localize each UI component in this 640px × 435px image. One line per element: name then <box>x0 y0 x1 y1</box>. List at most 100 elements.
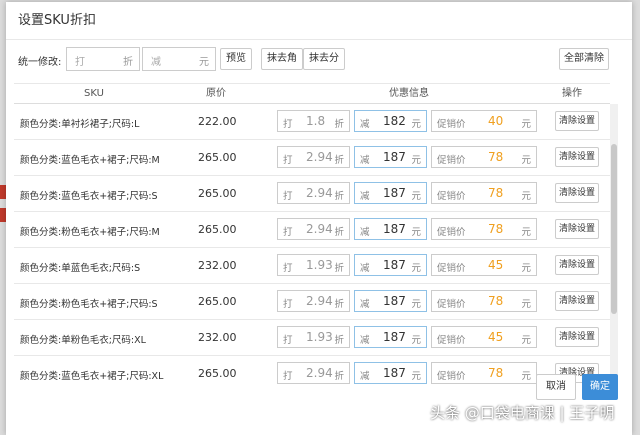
reduce-suffix: 元 <box>411 299 421 310</box>
table-scrollbar[interactable] <box>610 104 618 389</box>
reduce-prefix: 减 <box>360 371 370 382</box>
discount-value: 1.8 <box>306 114 326 128</box>
clear-all-button[interactable]: 全部清除 <box>559 48 609 70</box>
promo-price-input[interactable]: 促销价 45 元 <box>431 254 537 276</box>
original-price: 232.00 <box>198 331 237 344</box>
sku-name: 颜色分类:粉色毛衣+裙子;尺码:S <box>20 299 158 310</box>
reduce-input[interactable]: 减 187 元 <box>354 290 427 312</box>
bulk-reduce-input[interactable]: 减 元 <box>142 47 216 71</box>
discount-suffix: 折 <box>334 371 344 382</box>
promo-price-input[interactable]: 促销价 45 元 <box>431 326 537 348</box>
reduce-input[interactable]: 减 187 元 <box>354 218 427 240</box>
confirm-button[interactable]: 确定 <box>582 374 618 400</box>
sku-name: 颜色分类:蓝色毛衣+裙子;尺码:M <box>20 155 160 166</box>
promo-prefix: 促销价 <box>437 227 466 238</box>
reduce-suffix: 元 <box>411 371 421 382</box>
clear-setting-button[interactable]: 清除设置 <box>555 219 599 239</box>
promo-price-input[interactable]: 促销价 40 元 <box>431 110 537 132</box>
reduce-suffix: 元 <box>411 119 421 130</box>
discount-suffix: 折 <box>334 335 344 346</box>
scroll-thumb[interactable] <box>611 144 617 314</box>
reduce-input[interactable]: 减 187 元 <box>354 326 427 348</box>
promo-prefix: 促销价 <box>437 155 466 166</box>
sku-name: 颜色分类:单衬衫裙子;尺码:L <box>20 119 140 130</box>
sku-name: 颜色分类:蓝色毛衣+裙子;尺码:S <box>20 191 158 202</box>
discount-input[interactable]: 打 2.94 折 <box>277 182 350 204</box>
original-price: 265.00 <box>198 187 237 200</box>
reduce-value: 187 <box>383 186 406 200</box>
clear-setting-button[interactable]: 清除设置 <box>555 291 599 311</box>
sku-name: 颜色分类:单粉色毛衣;尺码:XL <box>20 335 146 346</box>
promo-suffix: 元 <box>521 263 531 274</box>
header-action: 操作 <box>562 88 582 99</box>
clear-setting-button[interactable]: 清除设置 <box>555 147 599 167</box>
clear-setting-button[interactable]: 清除设置 <box>555 183 599 203</box>
promo-value: 78 <box>488 222 504 236</box>
discount-prefix: 打 <box>75 57 85 68</box>
promo-suffix: 元 <box>521 335 531 346</box>
reduce-value: 187 <box>383 150 406 164</box>
sku-name: 颜色分类:粉色毛衣+裙子;尺码:M <box>20 227 160 238</box>
header-price: 原价 <box>206 88 226 99</box>
bulk-discount-input[interactable]: 打 折 <box>66 47 140 71</box>
cancel-button[interactable]: 取消 <box>536 374 576 400</box>
reduce-input[interactable]: 减 187 元 <box>354 362 427 384</box>
discount-prefix: 打 <box>283 263 293 274</box>
reduce-input[interactable]: 减 187 元 <box>354 146 427 168</box>
reduce-input[interactable]: 减 187 元 <box>354 182 427 204</box>
round-fen-button[interactable]: 抹去分 <box>303 48 345 70</box>
watermark-text: 头条 @口袋电商课 | 王子明 <box>430 404 615 422</box>
discount-input[interactable]: 打 2.94 折 <box>277 290 350 312</box>
reduce-prefix: 减 <box>360 263 370 274</box>
discount-prefix: 打 <box>283 371 293 382</box>
table-row: 颜色分类:粉色毛衣+裙子;尺码:M 265.00 打 2.94 折 减 187 元 促销价 78 元… <box>14 212 610 248</box>
promo-suffix: 元 <box>521 371 531 382</box>
reduce-prefix: 减 <box>360 119 370 130</box>
clear-setting-button[interactable]: 清除设置 <box>555 327 599 347</box>
promo-price-input[interactable]: 促销价 78 元 <box>431 290 537 312</box>
reduce-input[interactable]: 减 187 元 <box>354 254 427 276</box>
discount-input[interactable]: 打 2.94 折 <box>277 218 350 240</box>
reduce-prefix: 减 <box>360 227 370 238</box>
promo-value: 78 <box>488 294 504 308</box>
promo-prefix: 促销价 <box>437 371 466 382</box>
discount-input[interactable]: 打 2.94 折 <box>277 146 350 168</box>
reduce-input[interactable]: 减 182 元 <box>354 110 427 132</box>
promo-prefix: 促销价 <box>437 335 466 346</box>
discount-prefix: 打 <box>283 299 293 310</box>
sku-table: SKU 原价 优惠信息 操作 颜色分类:单衬衫裙子;尺码:L 222.00 打 1.8… <box>14 83 610 389</box>
sku-name: 颜色分类:单蓝色毛衣;尺码:S <box>20 263 141 274</box>
discount-input[interactable]: 打 1.8 折 <box>277 110 350 132</box>
original-price: 232.00 <box>198 259 237 272</box>
original-price: 265.00 <box>198 223 237 236</box>
header-offer: 优惠信息 <box>389 88 429 99</box>
discount-suffix: 折 <box>334 227 344 238</box>
promo-price-input[interactable]: 促销价 78 元 <box>431 146 537 168</box>
clear-setting-button[interactable]: 清除设置 <box>555 111 599 131</box>
discount-suffix: 折 <box>334 299 344 310</box>
promo-value: 45 <box>488 258 504 272</box>
original-price: 265.00 <box>198 367 237 380</box>
promo-price-input[interactable]: 促销价 78 元 <box>431 362 537 384</box>
reduce-value: 187 <box>383 294 406 308</box>
promo-suffix: 元 <box>521 155 531 166</box>
promo-value: 45 <box>488 330 504 344</box>
table-row: 颜色分类:单衬衫裙子;尺码:L 222.00 打 1.8 折 减 182 元 促销价 40 元 清除设… <box>14 104 610 140</box>
reduce-value: 187 <box>383 222 406 236</box>
discount-input[interactable]: 打 1.93 折 <box>277 326 350 348</box>
promo-price-input[interactable]: 促销价 78 元 <box>431 182 537 204</box>
discount-value: 2.94 <box>306 294 333 308</box>
reduce-suffix: 元 <box>411 155 421 166</box>
promo-suffix: 元 <box>521 119 531 130</box>
reduce-suffix: 元 <box>411 263 421 274</box>
preview-button[interactable]: 预览 <box>220 48 252 70</box>
round-jiao-button[interactable]: 抹去角 <box>261 48 303 70</box>
table-row: 颜色分类:蓝色毛衣+裙子;尺码:XL 265.00 打 2.94 折 减 187 元 促销价 78… <box>14 356 610 389</box>
promo-price-input[interactable]: 促销价 78 元 <box>431 218 537 240</box>
reduce-prefix: 减 <box>360 335 370 346</box>
discount-input[interactable]: 打 2.94 折 <box>277 362 350 384</box>
clear-setting-button[interactable]: 清除设置 <box>555 255 599 275</box>
discount-prefix: 打 <box>283 335 293 346</box>
sku-name: 颜色分类:蓝色毛衣+裙子;尺码:XL <box>20 371 164 382</box>
discount-input[interactable]: 打 1.93 折 <box>277 254 350 276</box>
